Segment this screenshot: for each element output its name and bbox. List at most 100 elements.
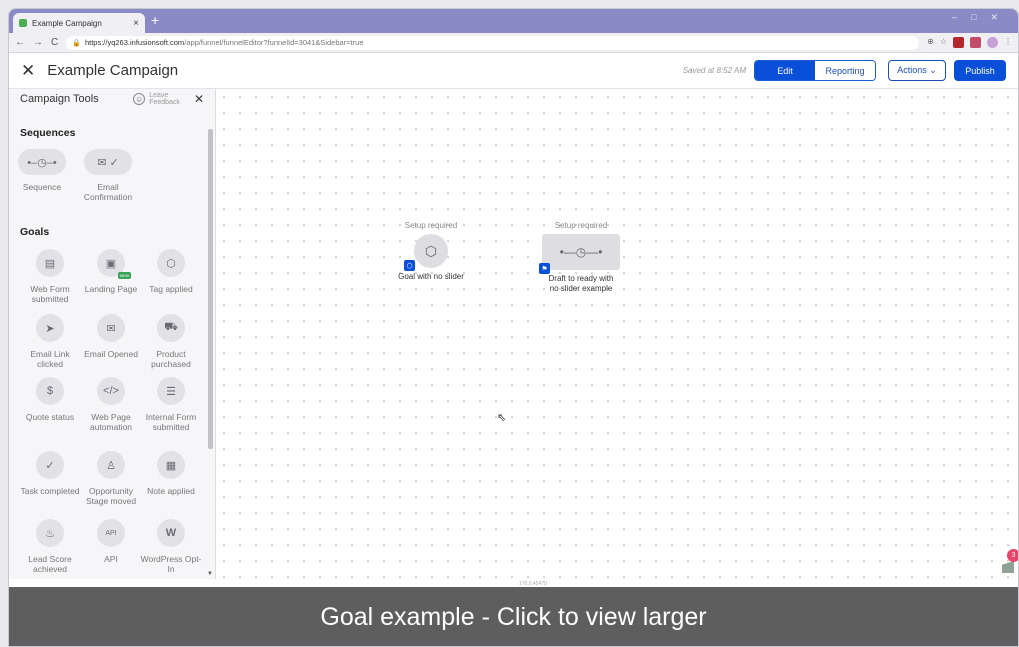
tool-label: Email Link clicked bbox=[30, 349, 70, 369]
tool-web-form[interactable]: ▤ Web Form submitted bbox=[19, 249, 81, 304]
edit-button[interactable]: Edit bbox=[755, 61, 815, 80]
forward-button[interactable]: → bbox=[33, 37, 43, 48]
goal-node-name: Goal with no slider bbox=[398, 272, 464, 281]
notification-count: 3 bbox=[1007, 549, 1018, 562]
tool-lead-score[interactable]: ♨ Lead Score achieved bbox=[19, 519, 81, 574]
tool-product-purchased[interactable]: ⛟ Product purchased bbox=[140, 314, 202, 369]
sequence-icon: •–◷–• bbox=[18, 149, 66, 175]
actions-dropdown[interactable]: Actions ⌄ bbox=[888, 60, 946, 81]
browser-tab[interactable]: Example Campaign × bbox=[13, 13, 145, 33]
dollar-icon: $ bbox=[36, 377, 64, 405]
tool-task-completed[interactable]: ✓ Task completed bbox=[19, 451, 81, 496]
tab-close-icon[interactable]: × bbox=[133, 18, 139, 29]
email-confirm-icon: ✉ ✓ bbox=[84, 149, 132, 175]
tool-landing-page[interactable]: ▣ NEW Landing Page bbox=[80, 249, 142, 294]
landing-page-icon: ▣ NEW bbox=[97, 249, 131, 279]
new-tab-button[interactable]: + bbox=[151, 12, 159, 28]
mode-toggle: Edit Reporting bbox=[754, 60, 876, 81]
url-input[interactable]: 🔒 https://yq263.infusionsoft.com/app/fun… bbox=[66, 35, 920, 50]
tool-internal-form[interactable]: ☰ Internal Form submitted bbox=[140, 377, 202, 432]
tool-wordpress[interactable]: W WordPress Opt-In bbox=[140, 519, 202, 574]
tool-tag-applied[interactable]: ⬡ Tag applied bbox=[140, 249, 202, 294]
tool-label: Task completed bbox=[20, 486, 80, 496]
lock-icon: 🔒 bbox=[72, 39, 81, 47]
check-icon: ✓ bbox=[36, 451, 64, 479]
notification-widget[interactable]: 3 bbox=[1002, 549, 1018, 573]
campaign-title: Example Campaign bbox=[47, 62, 179, 79]
sequence-node[interactable]: Setup required •—◷—• Draft to ready with… bbox=[531, 221, 631, 294]
feedback-line1: Leave bbox=[149, 92, 169, 99]
tool-label: Tag applied bbox=[149, 284, 193, 294]
setup-required-label: Setup required bbox=[554, 221, 608, 230]
code-icon: </> bbox=[97, 377, 125, 405]
sidebar-header: Campaign Tools ☺ Leave Feedback ✕ bbox=[9, 89, 215, 109]
sequence-node-name-line1: Draft to ready with bbox=[548, 274, 614, 283]
extension-pocket-icon[interactable] bbox=[970, 37, 981, 48]
api-icon: API bbox=[97, 519, 125, 547]
caption-banner[interactable]: Goal example - Click to view larger bbox=[9, 587, 1018, 646]
extension-icons: ⊕ ☆ ⋮ bbox=[927, 37, 1012, 48]
reload-button[interactable]: C bbox=[51, 37, 58, 48]
notification-icon bbox=[1002, 561, 1014, 573]
tool-label: API bbox=[104, 554, 118, 564]
tool-web-page-automation[interactable]: </> Web Page automation bbox=[80, 377, 142, 432]
leave-feedback-button[interactable]: ☺ Leave Feedback bbox=[133, 92, 180, 106]
tool-label: Lead Score achieved bbox=[28, 554, 72, 574]
url-path: /app/funnel/funnelEditor?funnelId=3041&S… bbox=[184, 38, 364, 47]
close-campaign-icon[interactable]: ✕ bbox=[21, 61, 35, 81]
opportunity-icon: ♙ bbox=[97, 451, 125, 479]
address-bar: ← → C 🔒 https://yq263.infusionsoft.com/a… bbox=[9, 33, 1018, 53]
saved-status: Saved at 8:52 AM bbox=[682, 66, 746, 75]
tag-icon: ⬡ bbox=[157, 249, 185, 277]
campaign-tools-sidebar: Campaign Tools ☺ Leave Feedback ✕ Sequenc… bbox=[9, 89, 216, 579]
mouse-cursor-icon: ⇖ bbox=[497, 412, 507, 424]
zoom-icon[interactable]: ⊕ bbox=[927, 37, 934, 48]
tool-email-link-clicked[interactable]: ➤ Email Link clicked bbox=[19, 314, 81, 369]
tool-sequence[interactable]: •–◷–• Sequence bbox=[11, 149, 73, 192]
tool-label: Email Opened bbox=[84, 349, 138, 359]
tool-quote-status[interactable]: $ Quote status bbox=[19, 377, 81, 422]
menu-icon[interactable]: ⋮ bbox=[1004, 37, 1012, 48]
wordpress-icon: W bbox=[157, 519, 185, 547]
url-host: https://yq263.infusionsoft.com bbox=[84, 38, 185, 47]
web-form-icon: ▤ bbox=[36, 249, 64, 277]
tool-note-applied[interactable]: ▦ Note applied bbox=[140, 451, 202, 496]
goals-heading: Goals bbox=[20, 226, 50, 238]
tab-title: Example Campaign bbox=[32, 18, 102, 28]
tool-email-confirmation[interactable]: ✉ ✓ Email Confirmation bbox=[77, 149, 139, 202]
cursor-icon: ➤ bbox=[36, 314, 64, 342]
cart-icon: ⛟ bbox=[157, 314, 185, 342]
back-button[interactable]: ← bbox=[15, 37, 25, 48]
tool-label: Product purchased bbox=[151, 349, 191, 369]
goal-node[interactable]: Setup required ⬡ Goal with no slider ⬡ bbox=[381, 221, 481, 282]
extension-red-icon[interactable] bbox=[953, 37, 964, 48]
sequences-heading: Sequences bbox=[20, 127, 76, 139]
smile-icon: ☺ bbox=[133, 93, 146, 105]
publish-button[interactable]: Publish bbox=[954, 60, 1006, 81]
star-icon[interactable]: ☆ bbox=[940, 37, 947, 48]
sequence-icon: •—◷—• bbox=[542, 234, 620, 270]
tool-label: Opportunity Stage moved bbox=[85, 486, 137, 506]
tool-label: Note applied bbox=[147, 486, 195, 496]
tool-label: WordPress Opt-In bbox=[140, 554, 202, 574]
flame-icon: ♨ bbox=[36, 519, 64, 547]
tool-label: Internal Form submitted bbox=[145, 412, 197, 432]
tool-label: Web Form submitted bbox=[30, 284, 70, 304]
form-icon: ☰ bbox=[157, 377, 185, 405]
reporting-button[interactable]: Reporting bbox=[815, 61, 875, 80]
sidebar-scrollbar[interactable] bbox=[208, 129, 213, 449]
feedback-line2: Feedback bbox=[149, 99, 180, 106]
sidebar-close-icon[interactable]: ✕ bbox=[194, 92, 204, 106]
tool-email-opened[interactable]: ✉ Email Opened bbox=[80, 314, 142, 359]
envelope-open-icon: ✉ bbox=[97, 314, 125, 342]
scroll-down-arrow-icon[interactable]: ▼ bbox=[207, 571, 213, 577]
profile-avatar[interactable] bbox=[987, 37, 998, 48]
tag-icon: ⬡ bbox=[414, 234, 448, 268]
tool-label: Quote status bbox=[25, 412, 75, 422]
campaign-canvas[interactable]: Setup required ⬡ Goal with no slider ⬡ S… bbox=[216, 89, 1018, 579]
tag-badge-icon: ⬡ bbox=[404, 260, 415, 271]
tool-opportunity-stage[interactable]: ♙ Opportunity Stage moved bbox=[80, 451, 142, 506]
window-controls[interactable]: –□✕ bbox=[952, 12, 1012, 23]
sidebar-title: Campaign Tools bbox=[20, 93, 99, 105]
tool-api[interactable]: API API bbox=[80, 519, 142, 564]
